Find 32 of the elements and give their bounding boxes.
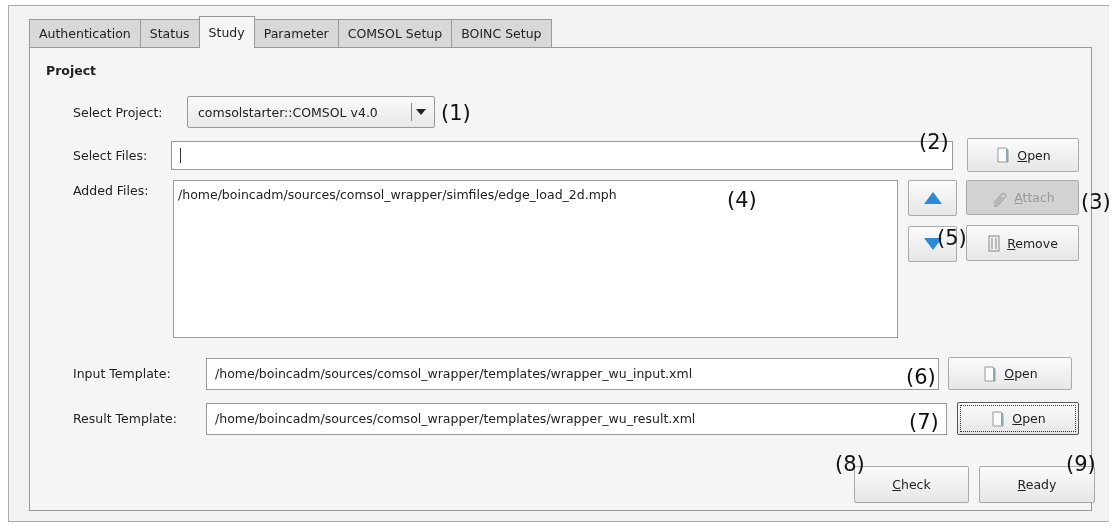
callout-number: (1)	[441, 103, 471, 124]
callout-number: (6)	[906, 367, 936, 388]
field-label: Select Files:	[73, 147, 149, 163]
tab[interactable]: Authentication	[29, 19, 141, 47]
field-label: Input Template:	[73, 366, 172, 381]
tab[interactable]: BOINC Setup	[451, 19, 552, 47]
open-button[interactable]: Open	[948, 357, 1072, 390]
tab[interactable]: Parameter	[253, 19, 339, 47]
document-icon	[990, 409, 1007, 428]
dropdown-arrow-icon	[416, 109, 426, 115]
tab[interactable]: COMSOL Setup	[337, 19, 453, 47]
up-triangle-icon	[923, 192, 942, 204]
callout-number: (2)	[919, 132, 949, 153]
callout-number: (7)	[909, 412, 939, 433]
field-label: Added Files:	[73, 183, 150, 198]
callout-number: (5)	[937, 228, 967, 249]
section-title: Project	[46, 63, 98, 79]
project-dropdown[interactable]: comsolstarter::COMSOL v4.0	[187, 96, 435, 128]
move-up-button[interactable]	[908, 180, 957, 216]
document-icon	[982, 364, 999, 383]
trash-icon	[987, 234, 1002, 252]
tab[interactable]: Status	[139, 19, 200, 47]
open-button[interactable]: Open	[967, 138, 1079, 172]
field-label: Result Template:	[73, 411, 178, 426]
field-label: Select Project:	[73, 104, 164, 120]
file-list-item[interactable]: /home/boincadm/sources/comsol_wrapper/simfiles/edge_load_2d.mph	[178, 187, 617, 202]
tab[interactable]: Study	[198, 16, 255, 48]
callout-number: (4)	[727, 190, 757, 211]
callout-number: (3)	[1081, 192, 1111, 213]
open-button[interactable]: Open	[957, 402, 1079, 435]
document-icon	[995, 146, 1012, 164]
remove-button[interactable]: Remove	[966, 225, 1079, 261]
